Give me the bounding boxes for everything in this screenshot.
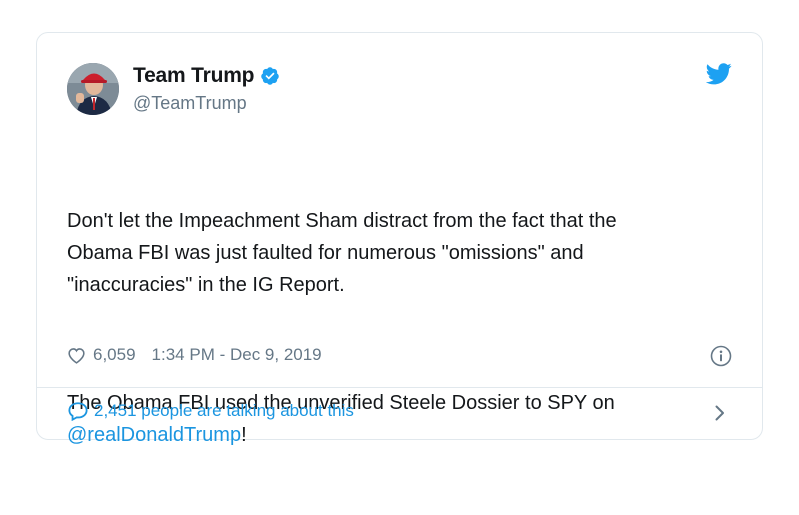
speech-bubble-icon — [67, 401, 89, 422]
display-name[interactable]: Team Trump — [133, 64, 255, 88]
tweet-text: Don't let the Impeachment Sham distract … — [67, 141, 737, 515]
like-count[interactable]: 6,059 — [93, 345, 136, 365]
author-name-row[interactable]: Team Trump — [133, 64, 280, 88]
info-icon[interactable] — [710, 345, 732, 367]
tweet-timestamp[interactable]: 1:34 PM - Dec 9, 2019 — [152, 345, 322, 365]
tweet-meta-row: 6,059 1:34 PM - Dec 9, 2019 — [67, 345, 322, 365]
avatar[interactable] — [67, 63, 119, 115]
verified-badge-icon — [260, 66, 280, 86]
heart-icon[interactable] — [67, 347, 86, 364]
tweet-paragraph-1: Don't let the Impeachment Sham distract … — [67, 210, 617, 296]
tweet-card[interactable]: Team Trump @TeamTrump Don't let the Impe… — [36, 32, 763, 446]
avatar-image — [67, 63, 119, 115]
conversation-link[interactable]: 2,451 people are talking about this — [67, 401, 354, 422]
twitter-bird-icon[interactable] — [705, 63, 732, 85]
user-handle[interactable]: @TeamTrump — [133, 93, 247, 114]
divider — [37, 387, 762, 388]
mention-link[interactable]: @realDonaldTrump — [67, 424, 241, 446]
talking-count-text[interactable]: 2,451 people are talking about this — [94, 401, 354, 421]
tweet-paragraph-2-end: ! — [241, 424, 247, 446]
chevron-right-icon[interactable] — [714, 404, 726, 422]
